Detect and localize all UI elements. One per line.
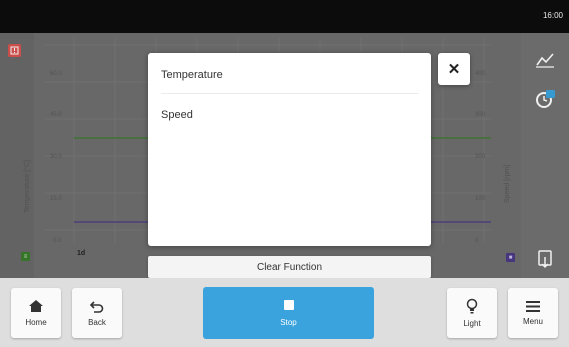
stop-button[interactable]: Stop — [203, 287, 374, 339]
light-label: Light — [463, 319, 481, 328]
home-icon — [29, 300, 43, 312]
function-select-dialog: Temperature Speed — [148, 53, 431, 246]
menu-button[interactable]: Menu — [508, 288, 558, 338]
bottom-nav-bar: Home Back Stop Light Menu — [0, 278, 569, 347]
close-icon: ✕ — [447, 61, 461, 78]
lightbulb-icon — [466, 298, 478, 314]
back-icon — [89, 301, 104, 313]
home-label: Home — [25, 318, 47, 327]
option-speed[interactable]: Speed — [161, 96, 419, 133]
menu-label: Menu — [522, 316, 543, 326]
clear-function-button[interactable]: Clear Function — [148, 256, 431, 278]
option-temperature[interactable]: Temperature — [161, 57, 419, 94]
light-button[interactable]: Light — [447, 288, 497, 338]
menu-icon — [526, 300, 540, 312]
status-bar: 16:00 — [0, 0, 569, 33]
home-button[interactable]: Home — [11, 288, 61, 338]
clock: 16:00 — [542, 11, 563, 20]
close-dialog-button[interactable]: ✕ — [438, 53, 470, 85]
back-button[interactable]: Back — [72, 288, 122, 338]
back-label: Back — [88, 318, 106, 327]
stop-label: Stop — [280, 317, 297, 327]
stop-icon — [283, 299, 294, 310]
